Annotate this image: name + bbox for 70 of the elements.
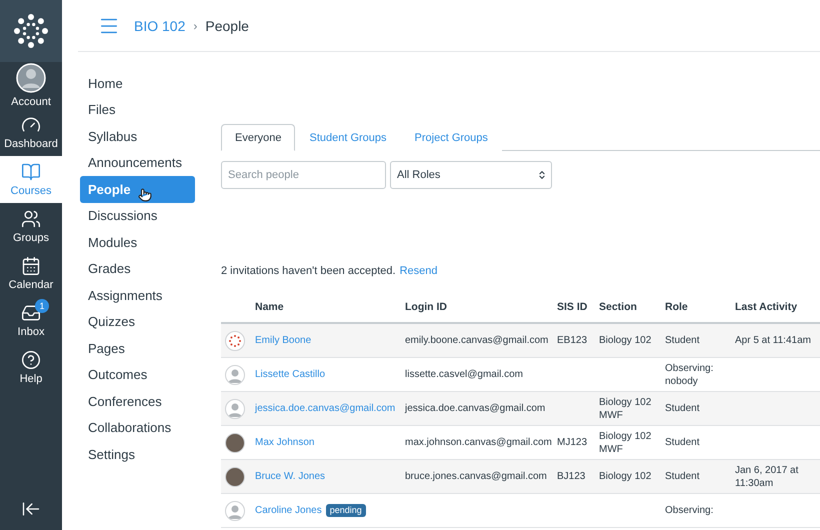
table-cell: max.johnson.canvas@gmail.com bbox=[405, 436, 552, 449]
course-nav-item[interactable]: Collaborations bbox=[80, 414, 195, 441]
resend-link[interactable]: Resend bbox=[400, 265, 438, 277]
table-cell: EB123 bbox=[557, 334, 588, 347]
tab[interactable]: Everyone bbox=[221, 124, 296, 151]
course-nav-item[interactable]: Conferences bbox=[80, 388, 195, 414]
table-cell: BJ123 bbox=[557, 470, 586, 483]
invitation-notice: 2 invitations haven't been accepted. bbox=[221, 265, 396, 277]
table-cell-text: Jan 6, 2017 at 11:30am bbox=[735, 464, 800, 490]
help-icon bbox=[21, 350, 41, 370]
unread-badge: 1 bbox=[35, 299, 49, 313]
course-nav-item[interactable]: People bbox=[80, 176, 195, 202]
course-nav-item[interactable]: Modules bbox=[80, 229, 195, 256]
pending-badge: pending bbox=[326, 504, 366, 518]
table-cell: jessica.doe.canvas@gmail.com bbox=[405, 402, 546, 415]
updown-icon bbox=[537, 170, 547, 180]
table-cell: Student bbox=[665, 334, 700, 347]
global-nav-item[interactable]: Account bbox=[0, 62, 62, 109]
table-cell: MJ123 bbox=[557, 436, 588, 449]
table-cell: bruce.jones.canvas@gmail.com bbox=[405, 470, 547, 483]
course-nav-item[interactable]: Assignments bbox=[80, 282, 195, 308]
column-header: SIS ID bbox=[557, 301, 588, 313]
person-link[interactable]: Lissette Castillo bbox=[255, 368, 326, 381]
column-header: Login ID bbox=[405, 301, 447, 313]
breadcrumb-link[interactable]: BIO 102 bbox=[134, 18, 186, 34]
table-cell-text: Observing: nobody bbox=[665, 362, 714, 388]
column-header: Name bbox=[255, 301, 284, 313]
global-nav-item[interactable]: Calendar bbox=[0, 250, 62, 297]
table-cell: emily.boone.canvas@gmail.com bbox=[405, 334, 548, 347]
role-select[interactable]: All Roles bbox=[390, 161, 552, 189]
column-header: Role bbox=[665, 301, 688, 313]
course-nav-item[interactable]: Discussions bbox=[80, 202, 195, 229]
calendar-icon bbox=[21, 256, 41, 276]
course-nav-item[interactable]: Files bbox=[80, 96, 195, 123]
global-nav-item[interactable]: Groups bbox=[0, 203, 62, 250]
course-nav-item[interactable]: Syllabus bbox=[80, 123, 195, 150]
table-cell: Student bbox=[665, 470, 700, 483]
course-nav-item[interactable]: Outcomes bbox=[80, 362, 195, 388]
table-cell: Biology 102 bbox=[599, 334, 652, 347]
column-header: Section bbox=[599, 301, 637, 313]
course-nav-item[interactable]: Settings bbox=[80, 441, 195, 468]
search-field[interactable]: Search people bbox=[221, 161, 386, 189]
table-cell-text: Biology 102 MWF bbox=[599, 430, 652, 456]
table-cell: Biology 102 bbox=[599, 470, 652, 483]
course-nav-item[interactable]: Grades bbox=[80, 256, 195, 282]
global-nav-item[interactable]: Dashboard bbox=[0, 109, 62, 156]
logo-icon bbox=[14, 14, 48, 48]
course-nav-item[interactable]: Announcements bbox=[80, 150, 195, 176]
person-link[interactable]: Caroline Jones bbox=[255, 504, 322, 517]
pointer-icon bbox=[138, 188, 152, 202]
users-icon bbox=[21, 209, 41, 229]
table-cell: Student bbox=[665, 402, 700, 415]
book-icon bbox=[21, 162, 41, 182]
avatar-icon bbox=[16, 63, 46, 93]
course-nav-item[interactable]: Pages bbox=[80, 335, 195, 362]
column-header: Last Activity bbox=[735, 301, 798, 313]
table-cell: Observing: bbox=[665, 504, 714, 517]
table-cell: Student bbox=[665, 436, 700, 449]
table-cell: Apr 5 at 11:41am bbox=[735, 334, 811, 347]
table-cell: lissette.casvel@gmail.com bbox=[405, 368, 523, 381]
table-cell-text: Biology 102 MWF bbox=[599, 396, 652, 422]
inbox-icon bbox=[21, 303, 41, 323]
global-nav-item[interactable]: Courses bbox=[0, 156, 62, 203]
global-nav-item[interactable]: Inbox 1 bbox=[0, 297, 62, 344]
breadcrumb-separator: › bbox=[193, 18, 198, 32]
breadcrumb-current: People bbox=[205, 18, 249, 34]
global-nav-item[interactable]: Help bbox=[0, 344, 62, 391]
person-link[interactable]: Max Johnson bbox=[255, 436, 314, 449]
course-nav-item[interactable]: Quizzes bbox=[80, 308, 195, 335]
course-nav-item[interactable]: Home bbox=[80, 70, 195, 96]
